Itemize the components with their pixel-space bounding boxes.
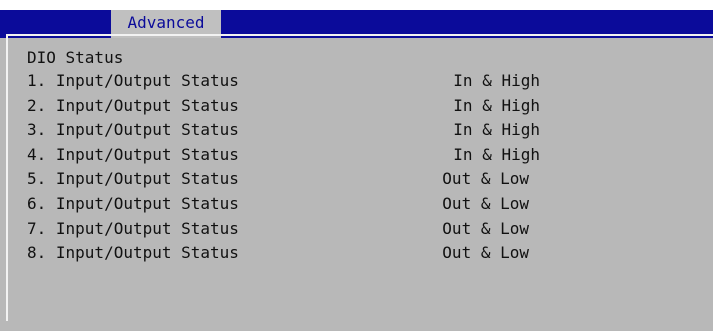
status-row-value: In & High (453, 95, 540, 115)
status-row-label: 7. Input/Output Status (27, 218, 239, 238)
status-row-label: 1. Input/Output Status (27, 71, 239, 90)
status-row-6[interactable]: 6. Input/Output Status Out & Low (27, 193, 627, 218)
status-row-label: 8. Input/Output Status (27, 243, 239, 263)
status-row-8[interactable]: 8. Input/Output Status Out & Low (27, 242, 627, 267)
status-row-value: Out & Low (442, 169, 529, 189)
status-row-label: 2. Input/Output Status (27, 95, 239, 115)
section-title: DIO Status (27, 48, 124, 67)
status-row-value: In & High (453, 120, 540, 140)
status-row-value: Out & Low (442, 218, 529, 238)
status-row-value: Out & Low (442, 193, 529, 213)
status-row-5[interactable]: 5. Input/Output Status Out & Low (27, 168, 627, 193)
status-row-3[interactable]: 3. Input/Output Status In & High (27, 119, 627, 144)
status-row-label: 6. Input/Output Status (27, 193, 239, 213)
status-row-value: Out & Low (442, 243, 529, 263)
status-row-label: 4. Input/Output Status (27, 144, 239, 164)
status-row-value: In & High (453, 71, 540, 90)
status-row-label: 5. Input/Output Status (27, 169, 239, 189)
status-row-7[interactable]: 7. Input/Output Status Out & Low (27, 218, 627, 243)
dio-status-list: 1. Input/Output Status In & High 2. Inpu… (27, 70, 627, 267)
status-row-1[interactable]: 1. Input/Output Status In & High (27, 70, 627, 95)
status-row-label: 3. Input/Output Status (27, 120, 239, 140)
status-row-4[interactable]: 4. Input/Output Status In & High (27, 144, 627, 169)
status-row-2[interactable]: 2. Input/Output Status In & High (27, 95, 627, 120)
status-row-value: In & High (453, 144, 540, 164)
